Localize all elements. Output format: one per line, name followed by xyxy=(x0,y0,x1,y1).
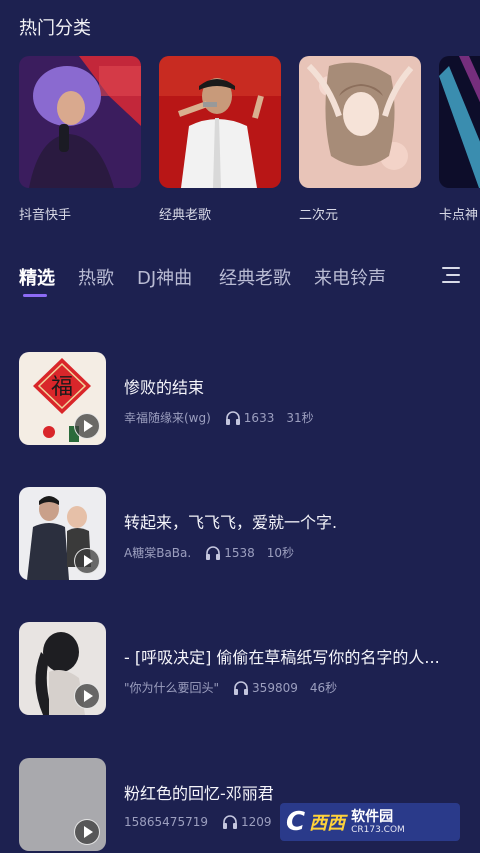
song-duration: 46秒 xyxy=(309,681,338,695)
song-title: 粉红色的回忆-邓丽君 xyxy=(124,784,274,803)
category-thumbnail[interactable] xyxy=(19,56,141,188)
song-cover[interactable] xyxy=(19,487,106,580)
song-artist: 15865475719 xyxy=(124,815,208,829)
song-duration: 31秒 xyxy=(286,411,314,425)
song-artist: 幸福随缘来(wg) xyxy=(124,411,211,425)
category-label: 卡点神 xyxy=(439,208,479,223)
play-count: 1209 xyxy=(240,815,272,829)
tab-featured[interactable]: 精选 xyxy=(19,264,55,290)
category-card-classic[interactable]: 经典老歌 xyxy=(159,56,281,223)
tab-dj[interactable]: DJ神曲 xyxy=(137,264,192,290)
song-title: 惨败的结束 xyxy=(124,378,205,397)
play-count: 359809 xyxy=(252,680,298,695)
watermark-brand: 西西 xyxy=(309,813,346,834)
song-title: - [呼吸决定] 偷偷在草稿纸写你的名字的人... xyxy=(124,648,440,667)
play-count: 1538 xyxy=(224,545,255,560)
category-card-anime[interactable]: 二次元 xyxy=(299,56,421,223)
category-label: 二次元 xyxy=(299,208,339,223)
play-button[interactable] xyxy=(74,413,100,439)
song-cover[interactable] xyxy=(19,758,106,851)
tab-bar: 精选 热歌 DJ神曲 经典老歌 来电铃声 xyxy=(19,264,480,304)
list-item[interactable]: 福 惨败的结束 幸福随缘来(wg) 1633 31秒 xyxy=(0,352,480,446)
song-meta: A糖棠BaBa. 1538 10秒 xyxy=(124,544,294,561)
category-thumbnail[interactable] xyxy=(439,56,480,188)
category-label: 抖音快手 xyxy=(19,208,72,223)
tab-ringtone[interactable]: 来电铃声 xyxy=(314,264,386,290)
tab-classic[interactable]: 经典老歌 xyxy=(219,264,291,290)
list-item[interactable]: 转起来，飞飞飞，爱就一个字. A糖棠BaBa. 1538 10秒 xyxy=(0,487,480,581)
song-artist: A糖棠BaBa. xyxy=(124,546,192,560)
watermark-logo: C xyxy=(286,807,306,837)
headphones-icon xyxy=(225,410,240,425)
watermark: C 西西 软件园 CR173.COM xyxy=(280,803,460,841)
category-thumbnail[interactable] xyxy=(159,56,281,188)
svg-text:福: 福 xyxy=(51,375,73,400)
song-title: 转起来，飞飞飞，爱就一个字. xyxy=(124,513,338,532)
play-button[interactable] xyxy=(74,819,100,845)
song-artist: "你为什么要回头" xyxy=(124,681,220,695)
section-title: 热门分类 xyxy=(19,18,91,39)
list-item[interactable]: - [呼吸决定] 偷偷在草稿纸写你的名字的人... "你为什么要回头" 3598… xyxy=(0,622,480,716)
play-button[interactable] xyxy=(74,548,100,574)
category-carousel[interactable]: 抖音快手 经典老歌 二次元 卡点神 xyxy=(19,56,480,223)
song-cover[interactable]: 福 xyxy=(19,352,106,445)
tab-hot-songs[interactable]: 热歌 xyxy=(78,264,114,290)
watermark-url: CR173.COM xyxy=(351,824,405,835)
category-card-douyin[interactable]: 抖音快手 xyxy=(19,56,141,223)
song-meta: 幸福随缘来(wg) 1633 31秒 xyxy=(124,409,314,426)
category-thumbnail[interactable] xyxy=(299,56,421,188)
headphones-icon xyxy=(206,545,221,560)
play-count: 1633 xyxy=(243,410,275,425)
category-card-beat[interactable]: 卡点神 xyxy=(439,56,480,223)
headphones-icon xyxy=(222,815,237,829)
category-label: 经典老歌 xyxy=(159,208,212,223)
song-cover[interactable] xyxy=(19,622,106,715)
play-button[interactable] xyxy=(74,683,100,709)
song-duration: 10秒 xyxy=(266,546,295,560)
watermark-name: 软件园 xyxy=(351,808,394,825)
menu-icon[interactable] xyxy=(440,265,462,285)
headphones-icon xyxy=(234,680,249,695)
active-tab-indicator xyxy=(23,294,47,297)
song-meta: "你为什么要回头" 359809 46秒 xyxy=(124,679,337,696)
